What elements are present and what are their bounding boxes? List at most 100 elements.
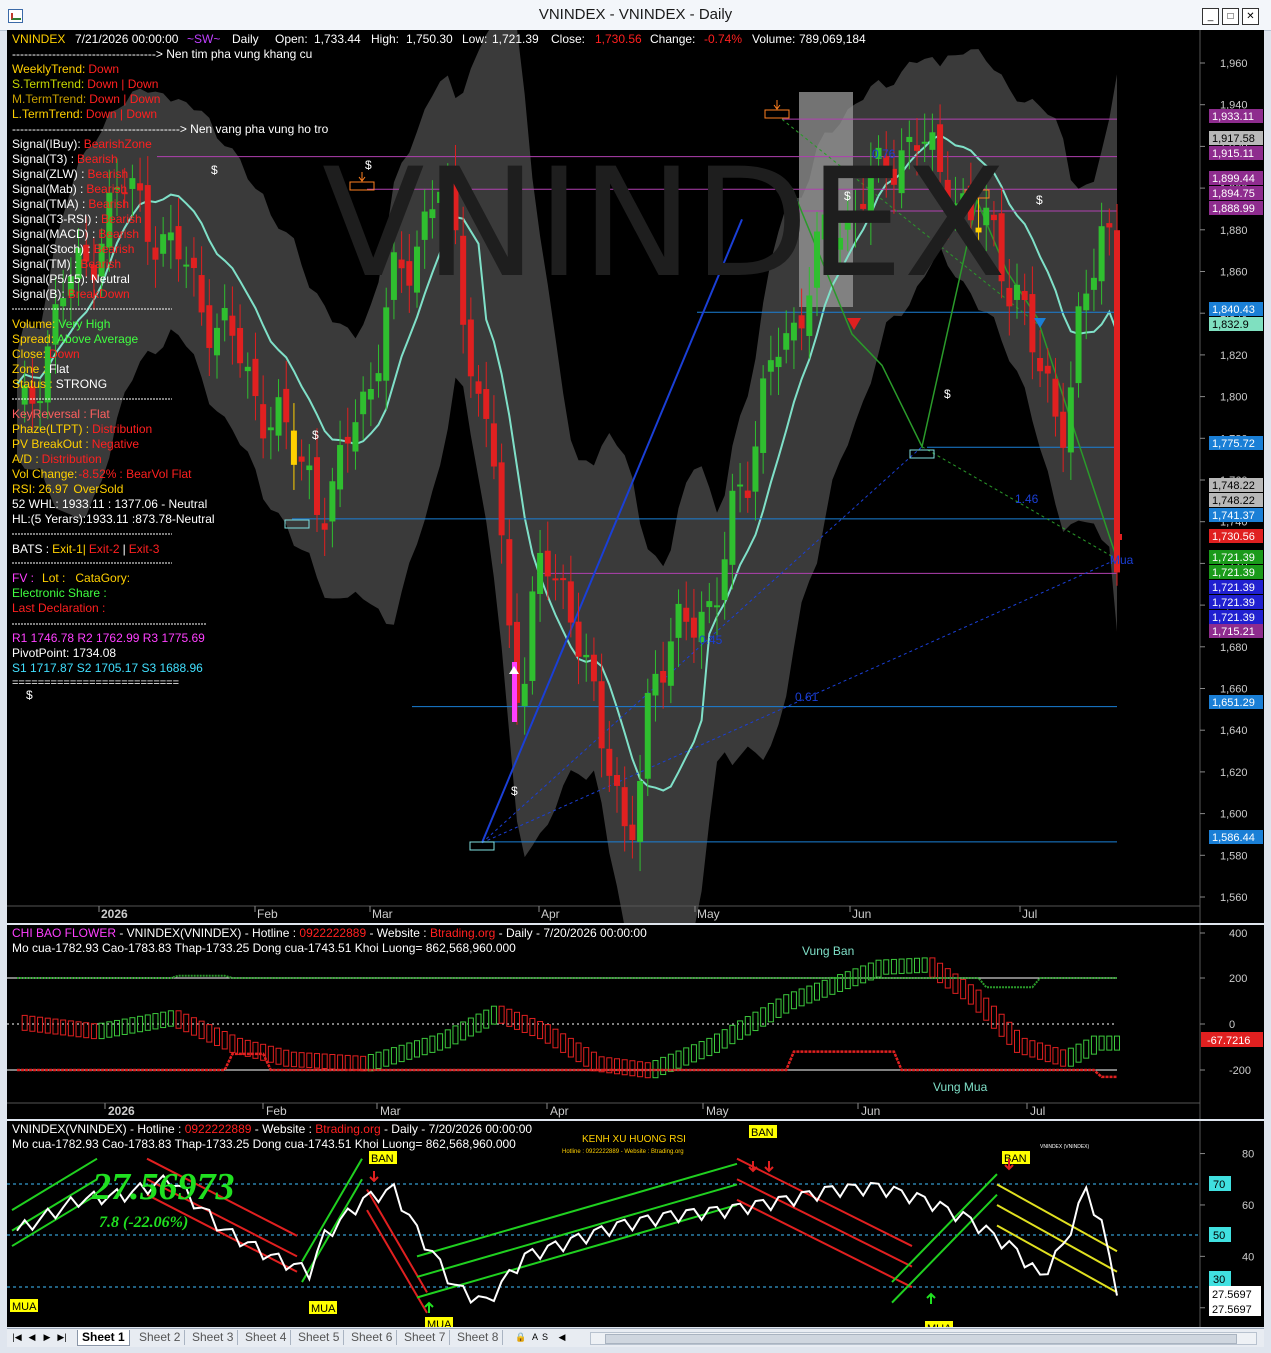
signal-value: Bearish bbox=[77, 152, 118, 166]
flower-indicator-pane[interactable]: CHI BAO FLOWER - VNINDEX(VNINDEX) - Hotl… bbox=[7, 925, 1264, 1119]
flower-bar bbox=[429, 1035, 436, 1053]
horizontal-scrollbar[interactable] bbox=[590, 1332, 1257, 1345]
flower-bar bbox=[252, 1041, 259, 1059]
flower-chart-svg[interactable]: CHI BAO FLOWER - VNINDEX(VNINDEX) - Hotl… bbox=[7, 925, 1264, 1119]
rsi-tick-label: 40 bbox=[1242, 1251, 1254, 1263]
prev-sheet-button[interactable]: ◀ bbox=[27, 1331, 37, 1343]
candle-body bbox=[629, 824, 636, 841]
candle-body bbox=[1037, 358, 1044, 372]
flower-bar bbox=[160, 1011, 167, 1029]
svg-text:WeeklyTrend:Down: WeeklyTrend: Down bbox=[12, 62, 119, 76]
tab-sheet-4[interactable]: Sheet 4 bbox=[241, 1330, 292, 1345]
svg-text:Status :STRONG: Status : STRONG bbox=[12, 377, 107, 391]
flower-bar bbox=[567, 1037, 574, 1058]
scroll-left-button[interactable]: ◀ bbox=[557, 1331, 567, 1343]
tab-option-s[interactable]: S bbox=[540, 1331, 550, 1343]
price-tick-label: 1,580 bbox=[1220, 850, 1248, 862]
flower-bar bbox=[1029, 1040, 1036, 1058]
kenh-title: KENH XU HUONG RSI bbox=[582, 1134, 686, 1145]
next-sheet-button[interactable]: ▶ bbox=[42, 1331, 52, 1343]
flower-web-label: - Website : bbox=[366, 926, 430, 940]
minimize-button[interactable]: _ bbox=[1202, 8, 1219, 25]
flower-bar bbox=[721, 1029, 728, 1049]
flower-bar bbox=[714, 1033, 720, 1053]
candle-body bbox=[352, 422, 359, 452]
candle-body bbox=[706, 601, 713, 608]
svg-text:Zone :Flat: Zone : Flat bbox=[12, 362, 70, 376]
tab-sheet-5[interactable]: Sheet 5 bbox=[294, 1330, 345, 1345]
tab-sheet-1[interactable]: Sheet 1 bbox=[77, 1330, 130, 1346]
candle-body bbox=[152, 247, 159, 260]
svg-text:Close:Down: Close: Down bbox=[12, 347, 80, 361]
flower-bar bbox=[21, 1014, 28, 1031]
pivot-point: PivotPoint: 1734.08 bbox=[12, 646, 116, 660]
tab-option-a[interactable]: A bbox=[530, 1331, 540, 1343]
window-title: VNINDEX - VNINDEX - Daily bbox=[538, 6, 733, 23]
flower-bar bbox=[821, 979, 828, 998]
candle-body bbox=[798, 315, 805, 329]
rsi-chart-svg[interactable]: VNINDEX(VNINDEX) - Hotline : 0922222889 … bbox=[7, 1121, 1264, 1327]
month-label: Feb bbox=[266, 1104, 287, 1118]
price-x-axis: 2026 Feb Mar Apr May Jun Jul bbox=[98, 906, 1037, 921]
flower-rest: - Daily - 7/20/2026 00:00:00 bbox=[495, 926, 647, 940]
tab-sheet-8[interactable]: Sheet 8 bbox=[453, 1330, 504, 1345]
signal-label: Signal(Stoch) : bbox=[12, 242, 91, 256]
first-sheet-button[interactable]: |◀ bbox=[12, 1331, 22, 1343]
signal-label: Signal(T3) : bbox=[12, 152, 74, 166]
candle-body bbox=[644, 692, 651, 779]
info-value: : BearVol Flat bbox=[119, 467, 192, 481]
trend-list: WeeklyTrend: Down S.TermTrend: Down | Down… bbox=[12, 62, 160, 121]
svg-text:Vol Change:-8.52%: BearVol Fla: Vol Change:-8.52%: BearVol Flat bbox=[12, 467, 192, 481]
flower-tick-label: 0 bbox=[1229, 1019, 1235, 1031]
close-button[interactable]: ✕ bbox=[1242, 8, 1259, 25]
last-sheet-button[interactable]: ▶| bbox=[57, 1331, 67, 1343]
tab-sheet-2[interactable]: Sheet 2 bbox=[135, 1330, 186, 1345]
flower-tick-label: 200 bbox=[1229, 973, 1247, 985]
trend-value: Down | Down bbox=[86, 107, 157, 121]
info-label: KeyReversal : bbox=[12, 407, 87, 421]
signal-value: BreakDown bbox=[68, 287, 130, 301]
flower-bar bbox=[1060, 1049, 1067, 1067]
rsi-label: RSI: bbox=[12, 482, 35, 496]
signal-value: BearishZone bbox=[84, 137, 152, 151]
info-label: Zone : bbox=[12, 362, 46, 376]
lock-icon[interactable]: 🔒 bbox=[515, 1331, 527, 1343]
tab-sheet-3[interactable]: Sheet 3 bbox=[188, 1330, 239, 1345]
candle-body bbox=[498, 462, 505, 536]
candle-body bbox=[214, 327, 220, 356]
tab-sheet-6[interactable]: Sheet 6 bbox=[347, 1330, 398, 1345]
candle-body bbox=[37, 401, 44, 404]
price-chart-pane[interactable]: VNINDEX VNINDEX 7/21/2026 00:00:00 ~SW~ … bbox=[7, 30, 1264, 923]
month-label: 2026 bbox=[108, 1104, 135, 1118]
fv-line: FV : Lot : CataGory: bbox=[12, 571, 130, 585]
flower-bar bbox=[860, 965, 867, 984]
tab-sheet-7[interactable]: Sheet 7 bbox=[400, 1330, 451, 1345]
candle-body bbox=[537, 552, 544, 595]
flower-bar bbox=[529, 1017, 536, 1037]
signal-row: Signal(P5/15): Neutral bbox=[12, 272, 130, 286]
flower-last-value: -67.7216 bbox=[1207, 1035, 1250, 1047]
flower-bar bbox=[760, 1007, 767, 1027]
scrollbar-thumb[interactable] bbox=[605, 1334, 1237, 1344]
flower-bar bbox=[352, 1055, 359, 1071]
price-chart-svg[interactable]: VNINDEX VNINDEX 7/21/2026 00:00:00 ~SW~ … bbox=[7, 30, 1264, 923]
rsi-channel-line bbox=[736, 1198, 913, 1289]
candle-body bbox=[637, 780, 644, 842]
flower-bar bbox=[744, 1016, 751, 1036]
bats-label: BATS : bbox=[12, 542, 49, 556]
flower-bar bbox=[914, 957, 920, 974]
candle-body bbox=[1075, 306, 1082, 384]
info-value: -8.52% bbox=[78, 467, 116, 481]
candle-body bbox=[314, 457, 320, 515]
mua-tag-text: MUA bbox=[311, 1303, 336, 1315]
flower-y-axis: 400 200 0 -200 bbox=[1200, 928, 1251, 1077]
maximize-button[interactable]: □ bbox=[1222, 8, 1239, 25]
mua-tag-text: MUA bbox=[12, 1301, 37, 1313]
dollar-marker: $ bbox=[312, 428, 319, 442]
flower-bar bbox=[175, 1010, 182, 1029]
flower-upper-line bbox=[17, 974, 1117, 989]
flower-bar bbox=[421, 1037, 428, 1056]
svg-text:CHI BAO FLOWER - VNINDEX(VNIND: CHI BAO FLOWER - VNINDEX(VNINDEX) - Hotl… bbox=[12, 926, 647, 940]
signal-value: Bearish bbox=[98, 227, 139, 241]
rsi-channel-pane[interactable]: VNINDEX(VNINDEX) - Hotline : 0922222889 … bbox=[7, 1121, 1264, 1327]
